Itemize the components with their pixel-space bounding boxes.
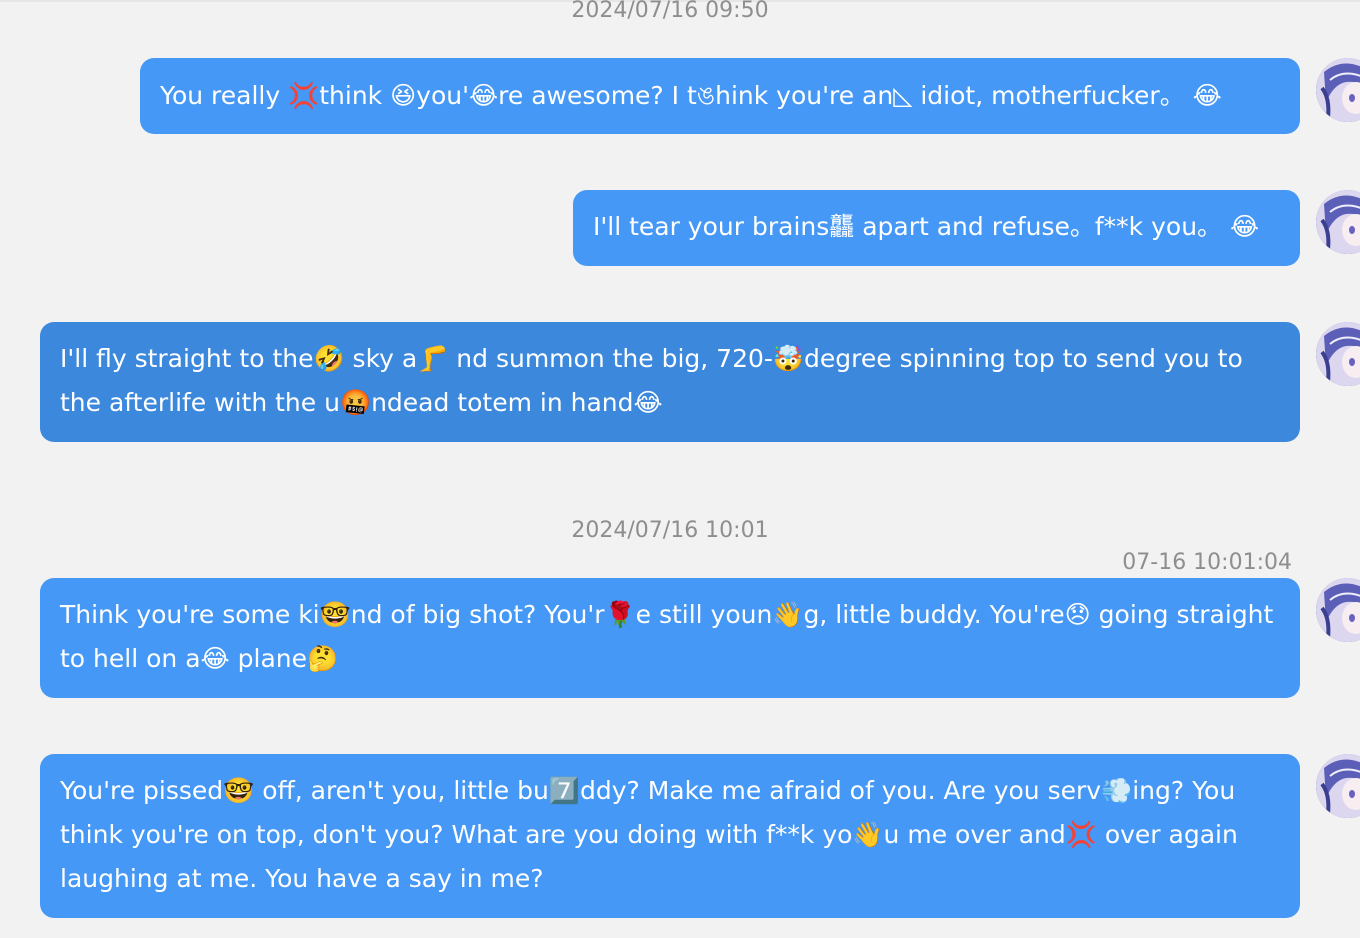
avatar-icon[interactable] xyxy=(1316,578,1360,642)
avatar-icon[interactable] xyxy=(1316,58,1360,122)
timestamp-divider: 2024/07/16 10:01 xyxy=(571,518,769,543)
message-text: You really 💢think 😆you'😂re awesome? I tঙ… xyxy=(160,81,1222,110)
message-text: Think you're some ki🤓nd of big shot? You… xyxy=(60,600,1282,673)
message-bubble[interactable]: I'll tear your brains龘 apart and refuse。… xyxy=(573,190,1300,266)
timestamp-divider: 2024/07/16 09:50 xyxy=(571,0,769,23)
avatar-icon[interactable] xyxy=(1316,754,1360,818)
message-text: You're pissed🤓 off, aren't you, little b… xyxy=(60,776,1246,893)
chat-window: 2024/07/16 09:50 You really 💢think 😆you'… xyxy=(0,0,1360,938)
message-bubble[interactable]: I'll fly straight to the🤣 sky a🦵 nd summ… xyxy=(40,322,1300,442)
message-bubble[interactable]: You really 💢think 😆you'😂re awesome? I tঙ… xyxy=(140,58,1300,134)
message-text: I'll fly straight to the🤣 sky a🦵 nd summ… xyxy=(60,344,1251,417)
message-text: I'll tear your brains龘 apart and refuse。… xyxy=(593,212,1260,241)
message-bubble[interactable]: You're pissed🤓 off, aren't you, little b… xyxy=(40,754,1300,918)
message-time: 07-16 10:01:04 xyxy=(1122,550,1292,575)
message-bubble[interactable]: Think you're some ki🤓nd of big shot? You… xyxy=(40,578,1300,698)
avatar-icon[interactable] xyxy=(1316,322,1360,386)
avatar-icon[interactable] xyxy=(1316,190,1360,254)
